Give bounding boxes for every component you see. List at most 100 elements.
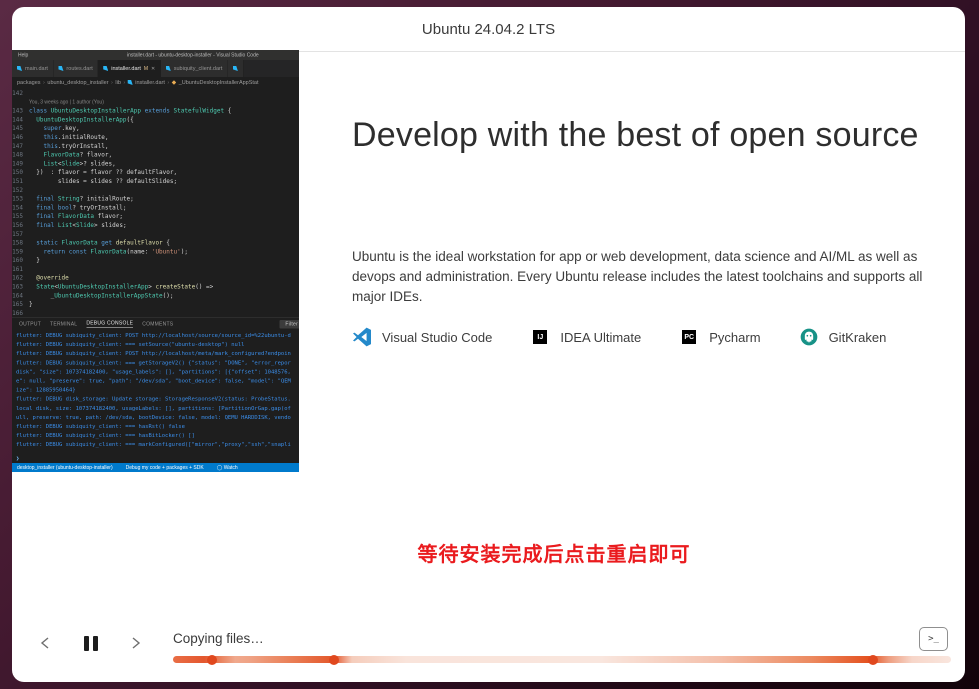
vscode-status-bar: desktop_installer (ubuntu-desktop-instal… (12, 463, 299, 472)
breadcrumb-separator: › (43, 80, 45, 86)
vscode-tab-label: installer.dart (111, 66, 141, 72)
console-line: flutter: DEBUG subiquity_client: === has… (16, 431, 299, 440)
vscode-screenshot: Help installer.dart - ubuntu-desktop-ins… (12, 50, 299, 472)
code-text: final bool? tryOrInstall; (29, 203, 127, 212)
installer-window: Ubuntu 24.04.2 LTS Help installer.dart -… (12, 7, 965, 682)
idea-ultimate-icon: IJ (530, 327, 550, 347)
code-line: 147 this.tryOrInstall, (12, 142, 299, 151)
code-line: 153 final String? initialRoute; (12, 195, 299, 204)
code-line: 157 (12, 230, 299, 239)
code-line: 146 this.initialRoute, (12, 133, 299, 142)
code-text: } (29, 256, 40, 265)
console-line: flutter: DEBUG disk_storage: Update stor… (16, 395, 299, 404)
console-line: local disk, size: 107374182400, usageLab… (16, 404, 299, 413)
console-line: flutter: DEBUG subiquity_client: === mar… (16, 440, 299, 449)
dart-file-icon (233, 66, 238, 71)
line-number: 149 (12, 159, 29, 168)
vscode-editor: 142You, 3 weeks ago | 1 author (You)143c… (12, 88, 299, 317)
previous-slide-button[interactable] (33, 630, 59, 656)
vscode-tab-label: routes.dart (66, 66, 92, 72)
ide-item-pycharm: PC Pycharm (679, 327, 760, 347)
class-symbol-icon (172, 80, 177, 85)
window-title: Ubuntu 24.04.2 LTS (422, 21, 555, 38)
code-text: final FlavorData flavor; (29, 212, 123, 221)
line-number: 153 (12, 195, 29, 204)
chevron-left-icon (37, 634, 55, 652)
vscode-debug-console: flutter: DEBUG subiquity_client: POST ht… (12, 331, 299, 455)
code-lens: You, 3 weeks ago | 1 author (You) (29, 98, 104, 107)
code-line: 162 @override (12, 274, 299, 283)
code-text: super.key, (29, 124, 80, 133)
dart-file-icon (17, 66, 22, 71)
close-icon: ✕ (151, 66, 155, 72)
code-text: static FlavorData get defaultFlavor { (29, 239, 170, 248)
line-number: 146 (12, 133, 29, 142)
ide-item-gitkraken: GitKraken (799, 327, 887, 347)
dart-file-icon (103, 66, 108, 71)
vscode-panel-tabs: OUTPUTTERMINALDEBUG CONSOLECOMMENTSFilte… (12, 317, 299, 331)
vscode-tab-label: subiquity_client.dart (174, 66, 223, 72)
panel-tab: OUTPUT (19, 322, 41, 328)
line-number: 144 (12, 115, 29, 124)
line-number: 145 (12, 124, 29, 133)
code-line: 164 _UbuntuDesktopInstallerAppState(); (12, 291, 299, 300)
code-text: _UbuntuDesktopInstallerAppState(); (29, 291, 174, 300)
code-line: 161 (12, 265, 299, 274)
line-number: 152 (12, 186, 29, 195)
ide-label: IDEA Ultimate (560, 330, 641, 345)
panel-tab: DEBUG CONSOLE (86, 321, 133, 329)
code-line: 151 slides = slides ?? defaultSlides; (12, 177, 299, 186)
install-progress-bar (173, 656, 951, 663)
pycharm-icon: PC (679, 327, 699, 347)
vscode-icon (352, 327, 372, 347)
code-line: 144 UbuntuDesktopInstallerApp({ (12, 115, 299, 124)
code-line: 159 return const FlavorData(name: 'Ubunt… (12, 247, 299, 256)
panel-tab: COMMENTS (142, 322, 173, 328)
code-line: 163 State<UbuntuDesktopInstallerApp> cre… (12, 283, 299, 292)
ide-item-idea: IJ IDEA Ultimate (530, 327, 641, 347)
line-number: 148 (12, 151, 29, 160)
ide-label: GitKraken (829, 330, 887, 345)
console-line: flutter: DEBUG subiquity_client: === has… (16, 422, 299, 431)
vscode-help-menu: Help (12, 52, 34, 58)
code-text: class UbuntuDesktopInstallerApp extends … (29, 107, 231, 116)
console-line: ull, preserve: true, path: /dev/sda, boo… (16, 413, 299, 422)
code-text: this.tryOrInstall, (29, 142, 108, 151)
vscode-filter-box: Filter (279, 320, 299, 329)
code-text: @override (29, 274, 69, 283)
code-text: UbuntuDesktopInstallerApp({ (29, 115, 134, 124)
pause-slideshow-button[interactable] (78, 630, 104, 656)
line-number: 160 (12, 256, 29, 265)
code-line: 158 static FlavorData get defaultFlavor … (12, 239, 299, 248)
install-status-label: Copying files… (173, 631, 264, 646)
code-text: FlavorData? flavor, (29, 151, 112, 160)
code-line: 142 (12, 89, 299, 98)
pause-icon (84, 636, 98, 651)
code-text: }) : flavor = flavor ?? defaultFlavor, (29, 168, 177, 177)
vscode-status-project: desktop_installer (ubuntu-desktop-instal… (17, 465, 113, 471)
code-text: this.initialRoute, (29, 133, 108, 142)
code-text: State<UbuntuDesktopInstallerApp> createS… (29, 283, 213, 292)
code-line: 150 }) : flavor = flavor ?? defaultFlavo… (12, 168, 299, 177)
code-text: List<Slide>? slides, (29, 159, 116, 168)
line-number: 147 (12, 142, 29, 151)
slide-body-text: Ubuntu is the ideal workstation for app … (352, 247, 934, 307)
console-line: disk", "size": 107374182400, "usage_labe… (16, 367, 299, 376)
breadcrumb-segment: lib (115, 80, 121, 86)
code-line: 148 FlavorData? flavor, (12, 151, 299, 160)
breadcrumb-segment: packages (17, 80, 41, 86)
chevron-right-icon (126, 634, 144, 652)
dart-file-icon (58, 66, 63, 71)
dart-file-icon (128, 80, 133, 85)
next-slide-button[interactable] (122, 630, 148, 656)
line-number: 142 (12, 89, 29, 98)
progress-dot (868, 655, 878, 665)
console-line: flutter: DEBUG subiquity_client: === get… (16, 358, 299, 367)
code-line: 165} (12, 300, 299, 309)
console-line: ize": 12885950464} (16, 386, 299, 395)
terminal-toggle-button[interactable]: >_ (919, 627, 948, 651)
console-line: flutter: DEBUG subiquity_client: === set… (16, 340, 299, 349)
breadcrumb-separator: › (111, 80, 113, 86)
line-number: 154 (12, 203, 29, 212)
ide-item-vscode: Visual Studio Code (352, 327, 492, 347)
